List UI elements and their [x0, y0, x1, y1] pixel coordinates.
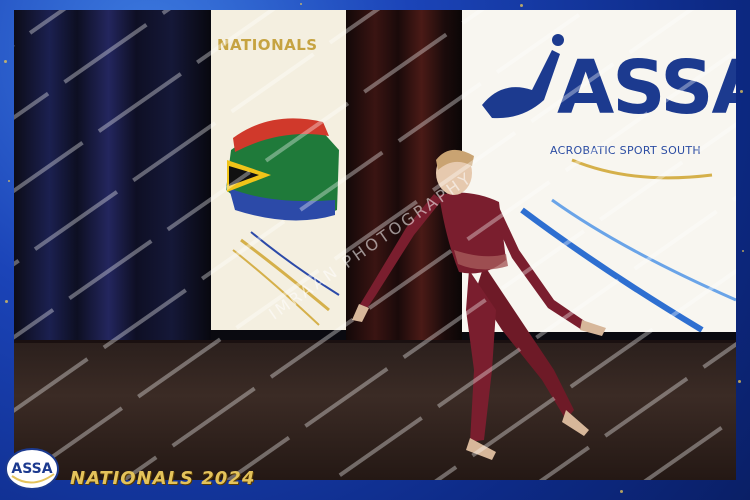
event-title: NATIONALS 2024	[70, 468, 256, 489]
dancer-figure	[352, 149, 606, 460]
footer-logo-text: ASSA	[11, 461, 52, 477]
stage-photo: NATIONALS ASSA ACROBATIC SP	[14, 10, 736, 480]
assa-logo: ASSA	[5, 448, 59, 490]
photo-frame: NATIONALS ASSA ACROBATIC SP	[0, 0, 750, 500]
